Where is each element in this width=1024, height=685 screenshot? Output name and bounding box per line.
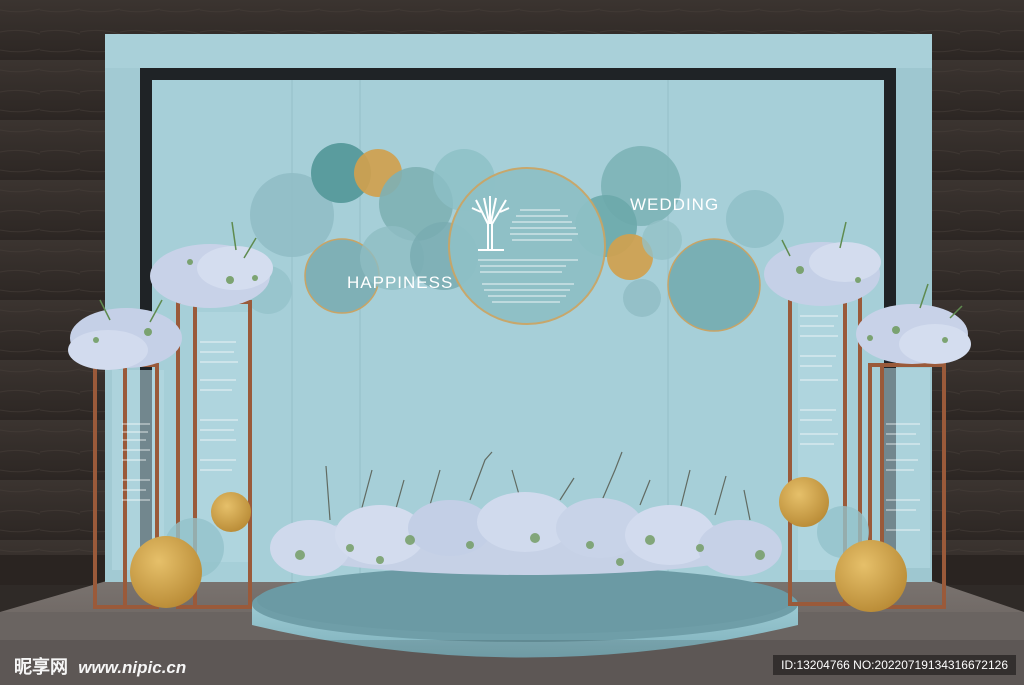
decor-circle	[642, 220, 682, 260]
wedding-stage-render	[0, 0, 1024, 685]
gold-ball	[130, 536, 202, 608]
decor-circle	[667, 238, 761, 332]
gold-ball	[779, 477, 829, 527]
gold-ball	[835, 540, 907, 612]
gold-ball	[211, 492, 251, 532]
watermark-shade	[0, 640, 1024, 685]
center-medallion	[448, 167, 606, 325]
decor-circle	[726, 190, 784, 248]
decor-circle	[623, 279, 661, 317]
backdrop-opening-shadow	[140, 68, 896, 80]
